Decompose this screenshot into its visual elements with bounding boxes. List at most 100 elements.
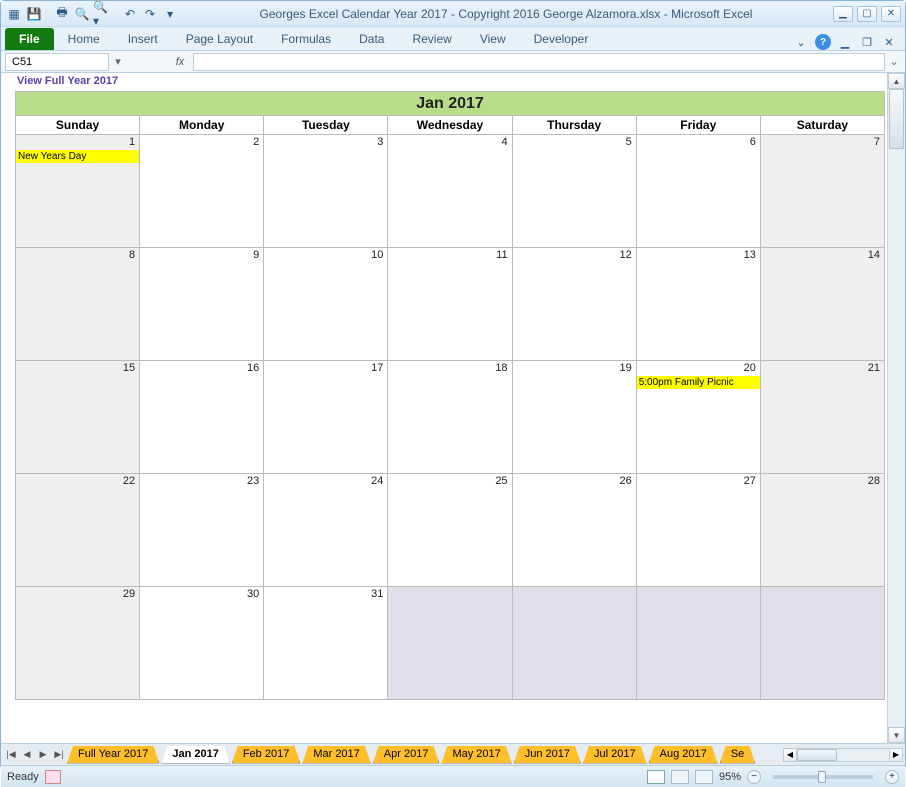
ribbon-tab-data[interactable]: Data xyxy=(345,28,398,50)
hscroll-thumb[interactable] xyxy=(797,749,837,761)
ribbon-tab-insert[interactable]: Insert xyxy=(114,28,172,50)
name-box[interactable]: C51 xyxy=(5,53,109,71)
calendar-cell[interactable]: 205:00pm Family Picnic xyxy=(637,361,761,474)
scroll-thumb[interactable] xyxy=(889,89,904,149)
view-full-year-link[interactable]: View Full Year 2017 xyxy=(15,75,885,91)
sheet-tab[interactable]: Jun 2017 xyxy=(514,746,581,764)
ribbon-tab-view[interactable]: View xyxy=(466,28,520,50)
scroll-track[interactable] xyxy=(888,89,905,727)
page-break-view-button[interactable] xyxy=(695,770,713,784)
calendar-cell[interactable]: 16 xyxy=(140,361,264,474)
worksheet[interactable]: View Full Year 2017 Jan 2017 SundayMonda… xyxy=(1,73,887,743)
sheet-tab[interactable]: Apr 2017 xyxy=(373,746,440,764)
hscroll-left[interactable]: ◀ xyxy=(783,748,797,762)
calendar-cell[interactable]: 3 xyxy=(264,135,388,248)
sheet-tab[interactable]: Se xyxy=(720,746,755,764)
calendar-cell[interactable]: 9 xyxy=(140,248,264,361)
ribbon-minimize-icon[interactable]: ⌄ xyxy=(793,34,809,50)
calendar-cell[interactable]: 19 xyxy=(513,361,637,474)
calendar-cell[interactable]: 7 xyxy=(761,135,885,248)
tab-nav-next[interactable]: ▶ xyxy=(35,747,51,763)
find-dropdown-icon[interactable]: 🔍▾ xyxy=(93,5,111,23)
fx-label[interactable]: fx xyxy=(169,56,191,68)
window-restore-icon[interactable]: ❐ xyxy=(859,34,875,50)
calendar-cell[interactable]: 2 xyxy=(140,135,264,248)
name-box-dropdown[interactable]: ▾ xyxy=(111,55,125,68)
formula-input[interactable] xyxy=(193,53,885,71)
calendar-cell[interactable]: 14 xyxy=(761,248,885,361)
calendar-cell[interactable]: 29 xyxy=(15,587,140,700)
maximize-button[interactable]: ▢ xyxy=(857,6,877,22)
scroll-down-button[interactable]: ▼ xyxy=(888,727,905,743)
undo-icon[interactable]: ↶ xyxy=(121,5,139,23)
calendar-cell[interactable]: 25 xyxy=(388,474,512,587)
sheet-tab[interactable]: Full Year 2017 xyxy=(67,746,159,764)
ribbon-tab-developer[interactable]: Developer xyxy=(520,28,603,50)
calendar-cell[interactable]: 31 xyxy=(264,587,388,700)
calendar-cell[interactable]: 6 xyxy=(637,135,761,248)
zoom-slider[interactable] xyxy=(773,775,873,779)
close-button[interactable]: ✕ xyxy=(881,6,901,22)
qat-customize-icon[interactable]: ▾ xyxy=(161,5,179,23)
sheet-tab[interactable]: Jan 2017 xyxy=(161,746,229,764)
macro-record-icon[interactable] xyxy=(45,770,61,784)
vertical-scrollbar[interactable]: ▲ ▼ xyxy=(887,73,905,743)
calendar-event[interactable]: New Years Day xyxy=(16,150,139,163)
ribbon-tab-formulas[interactable]: Formulas xyxy=(267,28,345,50)
calendar-cell[interactable]: 24 xyxy=(264,474,388,587)
page-layout-view-button[interactable] xyxy=(671,770,689,784)
zoom-out-button[interactable]: − xyxy=(747,770,761,784)
calendar-cell[interactable]: 10 xyxy=(264,248,388,361)
find-icon[interactable]: 🔍 xyxy=(73,5,91,23)
calendar-cell[interactable] xyxy=(388,587,512,700)
calendar-event[interactable]: 5:00pm Family Picnic xyxy=(637,376,760,389)
zoom-in-button[interactable]: + xyxy=(885,770,899,784)
calendar-cell[interactable]: 22 xyxy=(15,474,140,587)
horizontal-scrollbar[interactable]: ◀ ▶ xyxy=(783,747,903,763)
window-close-icon[interactable]: ✕ xyxy=(881,34,897,50)
ribbon-tab-review[interactable]: Review xyxy=(398,28,465,50)
calendar-cell[interactable]: 15 xyxy=(15,361,140,474)
tab-nav-prev[interactable]: ◀ xyxy=(19,747,35,763)
print-preview-icon[interactable]: 🖶 xyxy=(53,5,71,23)
sheet-tab[interactable]: Feb 2017 xyxy=(232,746,300,764)
sheet-tab[interactable]: Mar 2017 xyxy=(302,746,370,764)
calendar-cell[interactable]: 11 xyxy=(388,248,512,361)
minimize-button[interactable]: ▁ xyxy=(833,6,853,22)
ribbon-tab-home[interactable]: Home xyxy=(54,28,114,50)
tab-nav-last[interactable]: ▶| xyxy=(51,747,67,763)
formula-bar-expand[interactable]: ⌄ xyxy=(887,55,901,68)
calendar-cell[interactable]: 30 xyxy=(140,587,264,700)
redo-icon[interactable]: ↷ xyxy=(141,5,159,23)
calendar-cell[interactable] xyxy=(513,587,637,700)
calendar-cell[interactable]: 1New Years Day xyxy=(15,135,140,248)
sheet-tab[interactable]: Jul 2017 xyxy=(583,746,647,764)
calendar-cell[interactable]: 18 xyxy=(388,361,512,474)
scroll-up-button[interactable]: ▲ xyxy=(888,73,905,89)
calendar-cell[interactable]: 8 xyxy=(15,248,140,361)
ribbon-tab-page-layout[interactable]: Page Layout xyxy=(172,28,267,50)
hscroll-right[interactable]: ▶ xyxy=(889,748,903,762)
calendar-cell[interactable] xyxy=(761,587,885,700)
calendar-cell[interactable]: 12 xyxy=(513,248,637,361)
calendar-cell[interactable]: 27 xyxy=(637,474,761,587)
calendar-cell[interactable]: 17 xyxy=(264,361,388,474)
help-icon[interactable]: ? xyxy=(815,34,831,50)
calendar-cell[interactable]: 28 xyxy=(761,474,885,587)
sheet-tab[interactable]: May 2017 xyxy=(441,746,511,764)
zoom-slider-thumb[interactable] xyxy=(818,771,826,783)
tab-nav-first[interactable]: |◀ xyxy=(3,747,19,763)
calendar-cell[interactable]: 5 xyxy=(513,135,637,248)
window-minimize-icon[interactable]: ▁ xyxy=(837,34,853,50)
calendar-cell[interactable]: 13 xyxy=(637,248,761,361)
calendar-cell[interactable]: 23 xyxy=(140,474,264,587)
normal-view-button[interactable] xyxy=(647,770,665,784)
file-tab[interactable]: File xyxy=(5,28,54,50)
calendar-cell[interactable] xyxy=(637,587,761,700)
sheet-tab[interactable]: Aug 2017 xyxy=(649,746,718,764)
save-icon[interactable]: 💾 xyxy=(25,5,43,23)
calendar-cell[interactable]: 4 xyxy=(388,135,512,248)
calendar-cell[interactable]: 26 xyxy=(513,474,637,587)
calendar-cell[interactable]: 21 xyxy=(761,361,885,474)
zoom-level[interactable]: 95% xyxy=(719,771,741,783)
